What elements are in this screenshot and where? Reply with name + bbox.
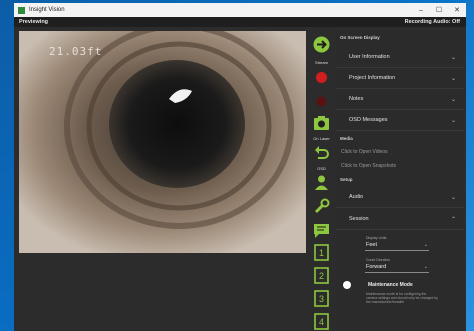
display-units-select[interactable]: Feet ⌄ — [365, 241, 429, 251]
close-button[interactable]: ✕ — [448, 6, 466, 14]
window-title: Insight Vision — [29, 7, 65, 13]
camera-snapshot-icon[interactable] — [313, 115, 330, 132]
accordion-label: User Information — [349, 54, 390, 60]
open-videos-link[interactable]: Click to Open Videos — [341, 149, 388, 155]
preset-4-button[interactable]: 4 — [313, 313, 330, 330]
camera-video-feed: 21.03ft — [19, 31, 306, 253]
preview-status: Previewing — [19, 19, 49, 25]
app-logo-icon — [18, 6, 25, 14]
accordion-notes[interactable]: Notes ⌄ — [336, 89, 464, 110]
media-heading: Media — [340, 136, 353, 141]
chevron-down-icon: ⌄ — [450, 97, 456, 103]
chevron-down-icon: ⌄ — [450, 55, 456, 61]
accordion-project-information[interactable]: Project Information ⌄ — [336, 68, 464, 89]
display-units-value: Feet — [366, 242, 378, 248]
chevron-up-icon: ⌃ — [450, 217, 456, 223]
message-icon[interactable] — [313, 222, 330, 239]
chevron-down-icon: ⌄ — [450, 195, 456, 201]
video-overlay-text: 21.03ft — [49, 45, 103, 58]
on-screen-display-heading: On Screen Display — [340, 35, 380, 40]
chevron-down-icon: ⌄ — [423, 264, 428, 270]
stream-label: Stream — [315, 60, 328, 65]
settings-panel: On Screen Display User Information ⌄ Pro… — [336, 31, 464, 331]
chevron-down-icon: ⌄ — [450, 118, 456, 124]
preset-1-label: 1 — [319, 248, 324, 258]
accordion-label: OSD Messages — [349, 117, 388, 123]
maximize-button[interactable]: ☐ — [430, 6, 448, 14]
record-icon[interactable] — [313, 69, 330, 86]
osd-label: OSD — [317, 166, 326, 171]
pipe-interior-image — [19, 31, 306, 253]
preset-4-label: 4 — [319, 317, 324, 327]
preset-2-label: 2 — [319, 271, 324, 281]
accordion-label: Project Information — [349, 75, 396, 81]
chevron-down-icon: ⌄ — [423, 242, 428, 248]
preset-2-button[interactable]: 2 — [313, 267, 330, 284]
next-arrow-icon[interactable] — [313, 36, 330, 53]
user-icon[interactable] — [313, 174, 330, 191]
count-direction-value: Forward — [366, 264, 387, 270]
accordion-user-information[interactable]: User Information ⌄ — [336, 47, 464, 68]
accordion-audio[interactable]: Audio ⌄ — [336, 187, 464, 208]
count-direction-select[interactable]: Forward ⌄ — [365, 263, 429, 273]
display-units-label: Display Units — [366, 236, 387, 240]
snapshot-label: On Laser — [313, 136, 330, 141]
wrench-icon[interactable] — [313, 198, 330, 215]
maintenance-mode-toggle[interactable] — [343, 281, 351, 289]
open-snapshots-link[interactable]: Click to Open Snapshots — [341, 163, 396, 169]
audio-recording-status: Recording Audio: Off — [404, 19, 460, 25]
title-bar: Insight Vision – ☐ ✕ — [14, 3, 466, 17]
preset-1-button[interactable]: 1 — [313, 244, 330, 261]
count-direction-label: Count Direction — [366, 258, 391, 262]
maintenance-mode-label: Maintenance Mode — [368, 282, 413, 288]
setup-heading: Setup — [340, 177, 353, 182]
camera-toolbar: Stream On Laser OSD 1 2 3 4 — [310, 31, 333, 331]
undo-icon[interactable] — [313, 144, 330, 161]
minimize-button[interactable]: – — [412, 7, 430, 14]
record-stop-icon[interactable] — [313, 93, 330, 110]
preset-3-label: 3 — [319, 294, 324, 304]
maintenance-mode-note: Maintenance mode is for configuring the … — [366, 292, 438, 305]
preset-3-button[interactable]: 3 — [313, 290, 330, 307]
chevron-down-icon: ⌄ — [450, 76, 456, 82]
accordion-label: Audio — [349, 194, 364, 200]
accordion-label: Session — [349, 216, 369, 222]
accordion-session[interactable]: Session ⌃ — [336, 209, 464, 230]
desktop-background-right — [466, 0, 474, 331]
accordion-label: Notes — [349, 96, 364, 102]
accordion-osd-messages[interactable]: OSD Messages ⌄ — [336, 110, 464, 131]
app-window: Insight Vision – ☐ ✕ Previewing Recordin… — [14, 3, 466, 331]
status-bar: Previewing Recording Audio: Off — [14, 17, 466, 27]
